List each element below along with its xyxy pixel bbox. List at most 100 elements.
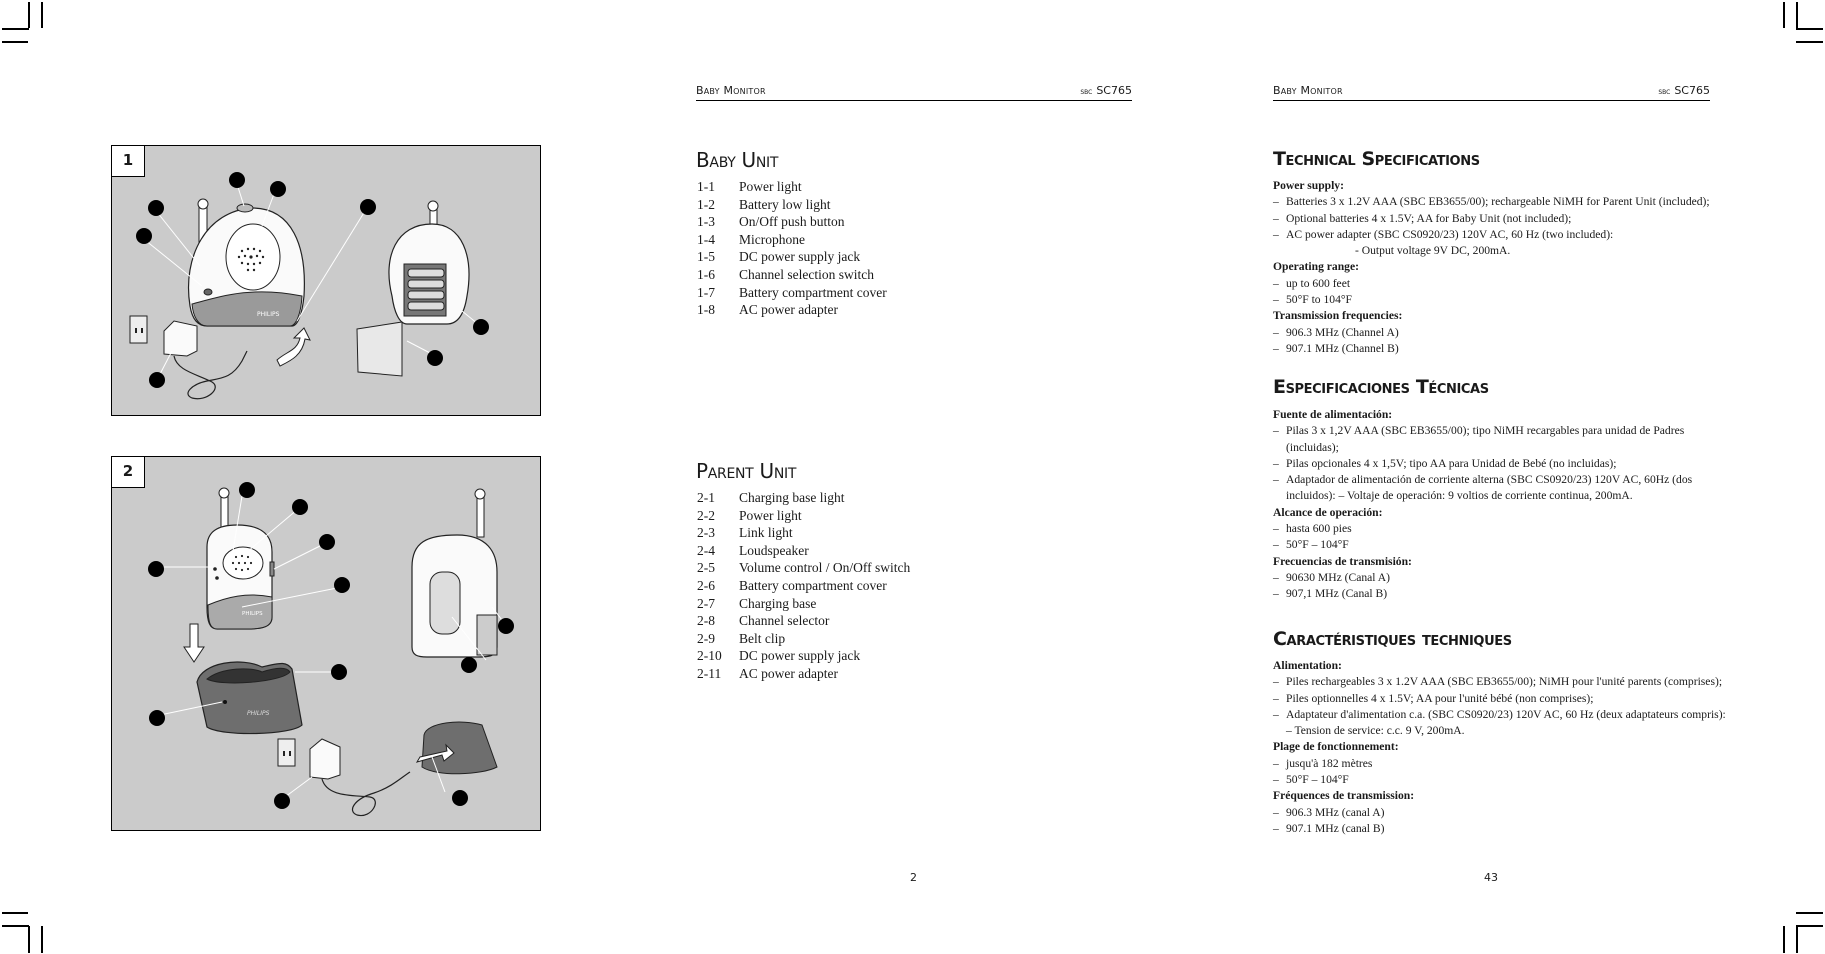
- spec-item: – hasta 600 pies: [1273, 522, 1352, 536]
- power-light: [203, 288, 213, 296]
- svg-text:PHILIPS: PHILIPS: [242, 611, 263, 617]
- spec-item: – AC power adapter (SBC CS0920/23) 120V A…: [1273, 227, 1614, 241]
- callout-marker: [229, 172, 245, 188]
- crop-mark: [2, 41, 28, 43]
- figure-baby-unit: 1 PHILIPS: [111, 145, 541, 416]
- callout-marker: [148, 200, 164, 216]
- spec-item: –50°F to 104°F: [1273, 293, 1352, 307]
- callout-marker: [334, 577, 350, 593]
- spec-label: Frecuencias de transmisión:: [1273, 554, 1412, 568]
- spec-item: – Adaptador de alimentación de corriente …: [1273, 473, 1693, 503]
- right-page-header: Baby Monitor sbc SC765: [1273, 76, 1710, 101]
- spec-item: –907.1 MHz (canal B): [1273, 821, 1385, 835]
- crop-mark: [1796, 28, 1823, 30]
- callout-marker: [319, 534, 335, 550]
- list-item: 1-4 Microphone: [697, 231, 805, 247]
- header-title: Baby Monitor: [696, 84, 766, 97]
- list-item: 1-8 AC power adapter: [697, 302, 838, 318]
- ac-adapter: [163, 320, 198, 357]
- baby-unit-illustration: PHILIPS: [129, 172, 489, 400]
- callout-marker: [360, 199, 376, 215]
- callout-marker: [473, 319, 489, 335]
- svg-text:PHILIPS: PHILIPS: [247, 710, 270, 717]
- section-title-baby-unit: Baby Unit: [696, 148, 779, 172]
- spec-item: – Adaptateur d'alimentation c.a. (SBC CS0…: [1273, 707, 1749, 738]
- crop-mark: [41, 2, 43, 28]
- volume-control: [269, 561, 275, 577]
- callout-marker: [149, 710, 165, 726]
- spec-block-fr: Alimentation: – Piles rechargeables 3 x 1…: [1273, 658, 1733, 837]
- insert-arrow: [183, 623, 205, 663]
- section-title-caracteristiques-techniques: Caractéristiques techniques: [1273, 628, 1512, 650]
- figure-parent-unit: 2 PHILIPS PHILIPS: [111, 456, 541, 831]
- spec-item: –906.3 MHz (Channel A): [1273, 325, 1399, 339]
- power-button: [236, 203, 254, 213]
- adapter-cord: [173, 350, 248, 400]
- spec-label: Fuente de alimentación:: [1273, 408, 1393, 421]
- wall-outlet: [277, 738, 296, 767]
- spec-item: –90630 MHz (Canal A): [1273, 570, 1391, 584]
- spec-label: Power supply:: [1273, 179, 1344, 192]
- section-title-parent-unit: Parent Unit: [696, 459, 797, 483]
- spec-item: –50°F – 104°F: [1273, 773, 1349, 787]
- callout-marker: [148, 561, 164, 577]
- callout-marker: [149, 372, 165, 388]
- battery-cover: [356, 321, 403, 377]
- parent-unit-illustration: PHILIPS PHILIPS: [148, 482, 514, 817]
- list-item: 1-5 DC power supply jack: [697, 249, 861, 265]
- callout-marker: [498, 618, 514, 634]
- crop-mark: [2, 925, 29, 927]
- crop-mark: [28, 926, 30, 953]
- spec-label: Operating range:: [1273, 260, 1359, 274]
- battery-cover: [476, 614, 498, 656]
- wall-outlet: [129, 315, 148, 344]
- list-item: 2-2 Power light: [697, 507, 802, 523]
- list-item: 1-7 Battery compartment cover: [697, 284, 887, 300]
- list-item: 1-3 On/Off push button: [697, 214, 845, 230]
- spec-item: –50°F – 104°F: [1273, 538, 1349, 552]
- spec-label: Alimentation:: [1273, 659, 1342, 672]
- spec-item: –907.1 MHz (Channel B): [1273, 341, 1399, 355]
- spec-label: Transmission frequencies:: [1273, 309, 1403, 323]
- microphone-grille: [225, 223, 281, 291]
- header-model: sbc SC765: [1658, 84, 1710, 97]
- section-title-technical-specifications: Technical Specifications: [1273, 148, 1480, 170]
- crop-mark: [1796, 926, 1798, 953]
- antenna-tip: [197, 198, 209, 210]
- baby-unit-parts-list: 1-1 Power light 1-2 Battery low light 1-3 O…: [697, 178, 887, 319]
- rotate-arrow: [276, 327, 311, 367]
- callout-marker: [136, 228, 152, 244]
- spec-item: – Piles optionnelles 4 x 1.5V; AA pour l'…: [1273, 691, 1594, 705]
- list-item: 2-5 Volume control / On/Off switch: [697, 560, 911, 576]
- list-item: 2-8 Channel selector: [697, 613, 830, 629]
- belt-clip: [429, 571, 461, 635]
- spec-block-es: Fuente de alimentación: – Pilas 3 x 1,2V …: [1273, 407, 1733, 603]
- callout-marker: [452, 790, 468, 806]
- list-item: 1-2 Battery low light: [697, 196, 831, 212]
- header-title: Baby Monitor: [1273, 84, 1343, 97]
- list-item: 2-6 Battery compartment cover: [697, 577, 887, 593]
- list-item: 2-11 AC power adapter: [697, 665, 838, 681]
- spec-label: Plage de fonctionnement:: [1273, 740, 1399, 754]
- crop-mark: [2, 912, 28, 914]
- spec-item: – Optional batteries 4 x 1.5V; AA for Bab…: [1273, 211, 1572, 225]
- callout-marker: [427, 350, 443, 366]
- spec-item: –907,1 MHz (Canal B): [1273, 587, 1388, 601]
- list-item: 2-4 Loudspeaker: [697, 542, 809, 558]
- spec-subitem: - Output voltage 9V DC, 200mA.: [1355, 244, 1511, 258]
- crop-mark: [2, 28, 29, 30]
- spec-block-en: Power supply: – Batteries 3 x 1.2V AAA (S…: [1273, 178, 1743, 357]
- list-item: 1-6 Channel selection switch: [697, 266, 874, 282]
- crop-mark: [1783, 2, 1785, 28]
- page-number: 43: [1484, 871, 1498, 884]
- callout-marker: [274, 793, 290, 809]
- crop-mark: [1796, 925, 1823, 927]
- spec-item: – Batteries 3 x 1.2V AAA (SBC EB3655/00);…: [1273, 195, 1710, 209]
- list-item: 1-1 Power light: [697, 179, 802, 194]
- list-item: 2-7 Charging base: [697, 595, 817, 611]
- callout-marker: [270, 181, 286, 197]
- charging-base-small: [421, 721, 498, 775]
- page-number: 2: [910, 871, 917, 884]
- crop-mark: [1796, 2, 1798, 28]
- list-item: 2-10 DC power supply jack: [697, 648, 861, 664]
